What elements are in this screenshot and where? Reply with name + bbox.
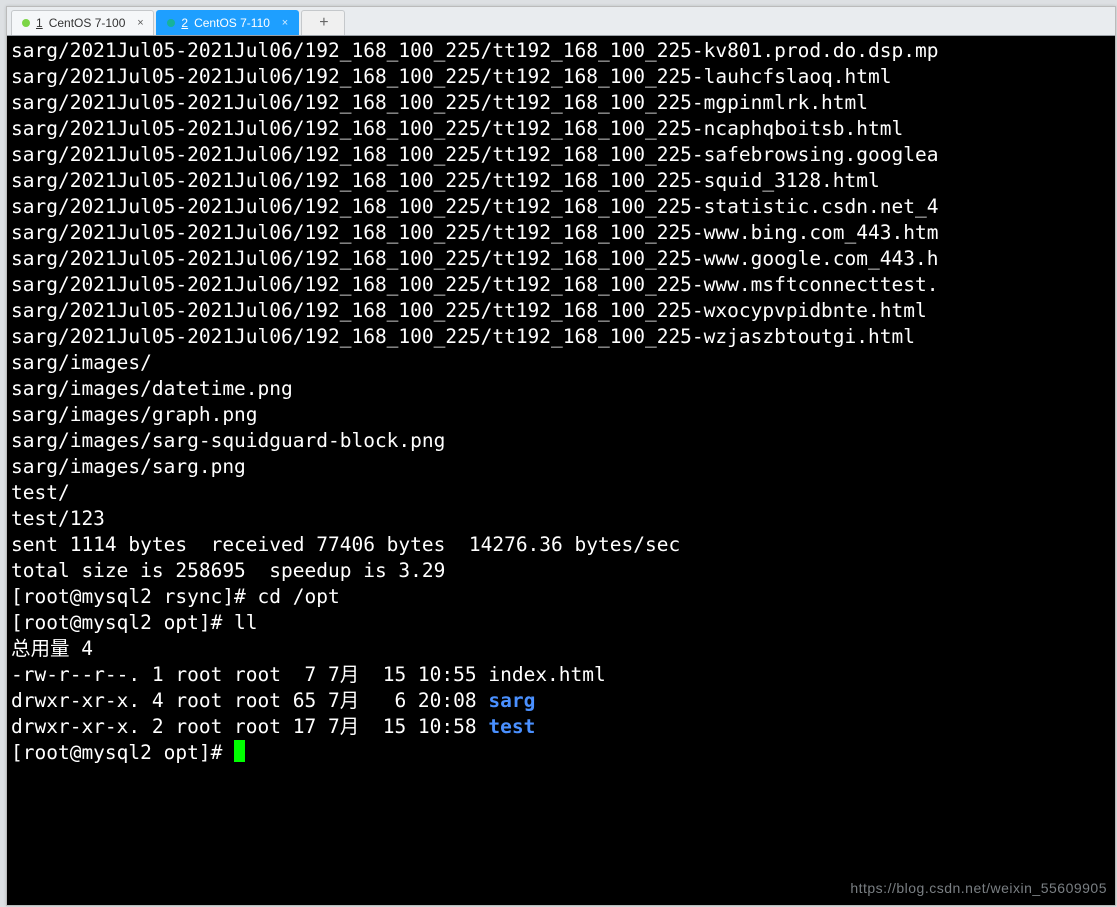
terminal-line: sarg/2021Jul05-2021Jul06/192_168_100_225… [11, 142, 1111, 168]
close-icon[interactable]: × [135, 17, 145, 29]
terminal-line: sarg/2021Jul05-2021Jul06/192_168_100_225… [11, 324, 1111, 350]
terminal-line: sarg/2021Jul05-2021Jul06/192_168_100_225… [11, 38, 1111, 64]
tab-number: 2 [181, 16, 188, 30]
terminal-output[interactable]: sarg/2021Jul05-2021Jul06/192_168_100_225… [7, 36, 1115, 905]
terminal-line: [root@mysql2 opt]# ll [11, 610, 1111, 636]
terminal-line: sarg/images/ [11, 350, 1111, 376]
terminal-line: sarg/images/sarg-squidguard-block.png [11, 428, 1111, 454]
close-icon[interactable]: × [280, 17, 290, 29]
terminal-line: test/123 [11, 506, 1111, 532]
terminal-line: drwxr-xr-x. 2 root root 17 7月 15 10:58 t… [11, 714, 1111, 740]
terminal-line: [root@mysql2 rsync]# cd /opt [11, 584, 1111, 610]
terminal-line: sarg/2021Jul05-2021Jul06/192_168_100_225… [11, 298, 1111, 324]
watermark: https://blog.csdn.net/weixin_55609905 [850, 875, 1107, 901]
add-tab-button[interactable]: + [301, 10, 345, 35]
terminal-line: sarg/2021Jul05-2021Jul06/192_168_100_225… [11, 246, 1111, 272]
terminal-line: -rw-r--r--. 1 root root 7 7月 15 10:55 in… [11, 662, 1111, 688]
terminal-line: sarg/images/datetime.png [11, 376, 1111, 402]
terminal-line: total size is 258695 speedup is 3.29 [11, 558, 1111, 584]
terminal-line: sarg/images/sarg.png [11, 454, 1111, 480]
terminal-line: sarg/2021Jul05-2021Jul06/192_168_100_225… [11, 64, 1111, 90]
terminal-line: test/ [11, 480, 1111, 506]
tab-bar: 1 CentOS 7-100 × 2 CentOS 7-110 × + [7, 7, 1115, 36]
terminal-line: sarg/2021Jul05-2021Jul06/192_168_100_225… [11, 272, 1111, 298]
tab-centos-7-110[interactable]: 2 CentOS 7-110 × [156, 10, 299, 35]
tab-number: 1 [36, 16, 43, 30]
terminal-line: sarg/2021Jul05-2021Jul06/192_168_100_225… [11, 116, 1111, 142]
status-dot-icon [167, 19, 175, 27]
terminal-line: sarg/2021Jul05-2021Jul06/192_168_100_225… [11, 90, 1111, 116]
tab-centos-7-100[interactable]: 1 CentOS 7-100 × [11, 10, 154, 35]
tab-label: CentOS 7-110 [194, 16, 270, 30]
terminal-line: 总用量 4 [11, 636, 1111, 662]
terminal-line: sarg/2021Jul05-2021Jul06/192_168_100_225… [11, 168, 1111, 194]
terminal-line: sarg/2021Jul05-2021Jul06/192_168_100_225… [11, 194, 1111, 220]
terminal-line: [root@mysql2 opt]# [11, 740, 1111, 766]
cursor-icon [234, 740, 245, 762]
terminal-line: drwxr-xr-x. 4 root root 65 7月 6 20:08 sa… [11, 688, 1111, 714]
terminal-line: sarg/2021Jul05-2021Jul06/192_168_100_225… [11, 220, 1111, 246]
terminal-line: sarg/images/graph.png [11, 402, 1111, 428]
app-window: 1 CentOS 7-100 × 2 CentOS 7-110 × + sarg/202… [6, 6, 1116, 906]
terminal-line: sent 1114 bytes received 77406 bytes 142… [11, 532, 1111, 558]
status-dot-icon [22, 19, 30, 27]
tab-label: CentOS 7-100 [49, 16, 126, 30]
